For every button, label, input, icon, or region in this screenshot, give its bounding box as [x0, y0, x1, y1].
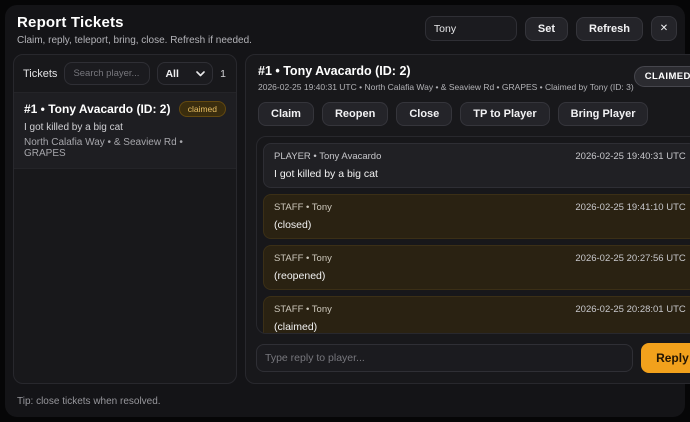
- ticket-list-title: Tickets: [23, 68, 57, 80]
- set-button[interactable]: Set: [525, 17, 568, 41]
- ticket-list-panel: Tickets All 1 #1 • Tony Avacardo (ID: 2)…: [13, 54, 237, 384]
- close-icon: ✕: [660, 23, 668, 34]
- reply-button[interactable]: Reply: [641, 343, 690, 373]
- status-badge: CLAIMED: [634, 66, 690, 87]
- message-author: STAFF • Tony: [274, 202, 332, 213]
- reply-input[interactable]: [256, 344, 633, 372]
- page-subtitle: Claim, reply, teleport, bring, close. Re…: [17, 35, 252, 46]
- top-bar: Report Tickets Claim, reply, teleport, b…: [5, 5, 685, 50]
- message-author: STAFF • Tony: [274, 253, 332, 264]
- message-header: STAFF • Tony 2026-02-25 19:41:10 UTC: [274, 202, 686, 213]
- filter-dropdown[interactable]: All: [157, 62, 213, 85]
- report-tickets-window: Report Tickets Claim, reply, teleport, b…: [5, 5, 685, 417]
- ticket-detail-meta: 2026-02-25 19:40:31 UTC • North Calafia …: [258, 82, 634, 92]
- message-text: (claimed): [274, 321, 686, 333]
- ticket-item-location: North Calafia Way • & Seaview Rd • GRAPE…: [24, 137, 226, 159]
- message-text: (reopened): [274, 270, 686, 282]
- claim-button[interactable]: Claim: [258, 102, 314, 126]
- message-author: STAFF • Tony: [274, 304, 332, 315]
- main-area: Tickets All 1 #1 • Tony Avacardo (ID: 2)…: [5, 50, 685, 384]
- message-text: (closed): [274, 219, 686, 231]
- filter-selected-value: All: [165, 68, 178, 80]
- action-buttons: Claim Reopen Close TP to Player Bring Pl…: [246, 94, 690, 128]
- footer: Tip: close tickets when resolved.: [5, 384, 685, 417]
- ticket-item-preview: I got killed by a big cat: [24, 122, 226, 133]
- ticket-list-item[interactable]: #1 • Tony Avacardo (ID: 2) claimed I got…: [14, 93, 236, 169]
- message-header: STAFF • Tony 2026-02-25 20:28:01 UTC: [274, 304, 686, 315]
- search-input[interactable]: [64, 62, 150, 85]
- ticket-item-status-badge: claimed: [179, 101, 226, 117]
- message-timestamp: 2026-02-25 20:28:01 UTC: [575, 304, 685, 315]
- ticket-detail-titleblock: #1 • Tony Avacardo (ID: 2) 2026-02-25 19…: [258, 64, 634, 92]
- message-card-staff: STAFF • Tony 2026-02-25 20:28:01 UTC (cl…: [263, 296, 690, 334]
- title-block: Report Tickets Claim, reply, teleport, b…: [17, 14, 252, 46]
- ticket-detail-panel: #1 • Tony Avacardo (ID: 2) 2026-02-25 19…: [245, 54, 690, 384]
- staff-name-input[interactable]: [425, 16, 517, 41]
- reply-row: Reply: [246, 334, 690, 383]
- ticket-count: 1: [220, 68, 227, 80]
- page-title: Report Tickets: [17, 14, 252, 31]
- close-ticket-button[interactable]: Close: [396, 102, 452, 126]
- ticket-item-title: #1 • Tony Avacardo (ID: 2): [24, 102, 170, 116]
- tp-to-player-button[interactable]: TP to Player: [460, 102, 549, 126]
- message-text: I got killed by a big cat: [274, 168, 686, 180]
- message-card-staff: STAFF • Tony 2026-02-25 19:41:10 UTC (cl…: [263, 194, 690, 239]
- message-card-player: PLAYER • Tony Avacardo 2026-02-25 19:40:…: [263, 143, 690, 188]
- message-author: PLAYER • Tony Avacardo: [274, 151, 381, 162]
- message-timestamp: 2026-02-25 19:41:10 UTC: [575, 202, 685, 213]
- footer-tip: Tip: close tickets when resolved.: [17, 396, 161, 407]
- message-timestamp: 2026-02-25 19:40:31 UTC: [575, 151, 685, 162]
- ticket-item-header: #1 • Tony Avacardo (ID: 2) claimed: [24, 101, 226, 117]
- message-header: PLAYER • Tony Avacardo 2026-02-25 19:40:…: [274, 151, 686, 162]
- ticket-detail-header: #1 • Tony Avacardo (ID: 2) 2026-02-25 19…: [246, 55, 690, 94]
- reopen-button[interactable]: Reopen: [322, 102, 388, 126]
- top-controls: Set Refresh ✕: [425, 14, 677, 41]
- ticket-list-header: Tickets All 1: [14, 55, 236, 92]
- chevron-down-icon: [196, 71, 205, 77]
- message-timestamp: 2026-02-25 20:27:56 UTC: [575, 253, 685, 264]
- ticket-detail-title: #1 • Tony Avacardo (ID: 2): [258, 64, 634, 78]
- message-header: STAFF • Tony 2026-02-25 20:27:56 UTC: [274, 253, 686, 264]
- refresh-button[interactable]: Refresh: [576, 17, 643, 41]
- close-button[interactable]: ✕: [651, 16, 677, 41]
- message-list: PLAYER • Tony Avacardo 2026-02-25 19:40:…: [256, 136, 690, 334]
- bring-player-button[interactable]: Bring Player: [558, 102, 649, 126]
- message-card-staff: STAFF • Tony 2026-02-25 20:27:56 UTC (re…: [263, 245, 690, 290]
